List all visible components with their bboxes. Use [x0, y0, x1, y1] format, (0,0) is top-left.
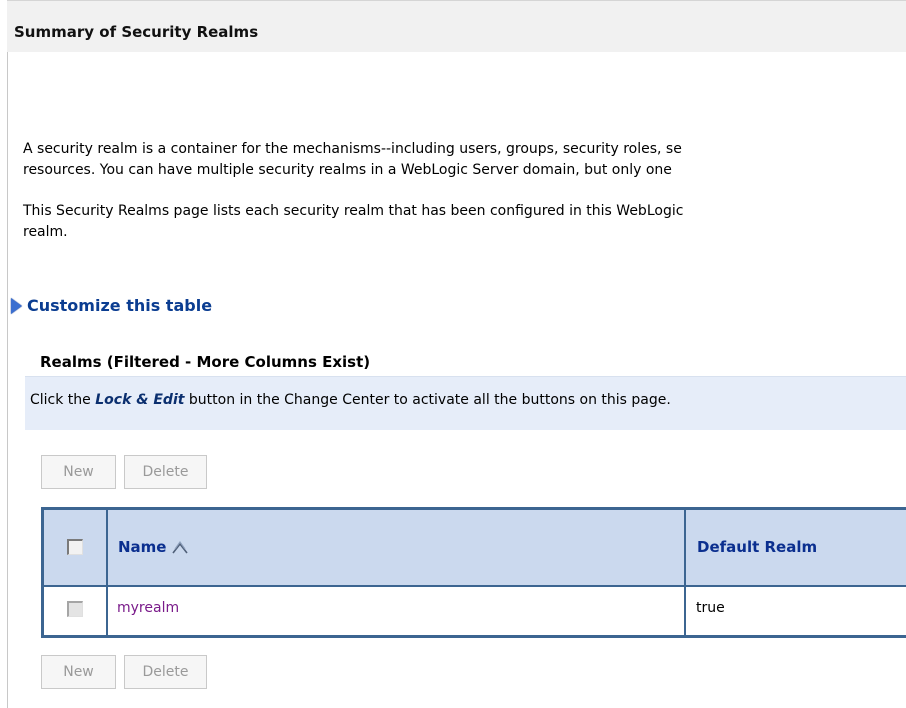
- description-line: This Security Realms page lists each sec…: [23, 203, 684, 219]
- realm-name-link[interactable]: myrealm: [117, 600, 179, 616]
- info-message: Click the Lock & Edit button in the Chan…: [25, 376, 906, 430]
- column-header-default-realm[interactable]: Default Realm: [697, 538, 817, 556]
- new-button-top[interactable]: New: [41, 455, 116, 489]
- row-select-checkbox[interactable]: [67, 601, 83, 617]
- info-text-emphasis: Lock & Edit: [95, 392, 185, 408]
- select-all-checkbox[interactable]: [67, 539, 83, 555]
- delete-button-top[interactable]: Delete: [124, 455, 207, 489]
- column-divider: [684, 510, 686, 635]
- delete-button-bottom[interactable]: Delete: [124, 655, 207, 689]
- customize-table-link[interactable]: Customize this table: [27, 296, 212, 315]
- triangle-right-icon: [11, 297, 22, 314]
- description-line: realm.: [23, 224, 68, 240]
- page-title-bar: Summary of Security Realms: [7, 0, 906, 52]
- page-title: Summary of Security Realms: [14, 23, 259, 41]
- table-title: Realms (Filtered - More Columns Exist): [40, 353, 371, 371]
- description-line: resources. You can have multiple securit…: [23, 162, 672, 178]
- customize-table-toggle[interactable]: Customize this table: [11, 296, 212, 315]
- column-header-name[interactable]: Name: [118, 538, 166, 556]
- sort-ascending-icon[interactable]: [171, 539, 189, 555]
- description-line: A security realm is a container for the …: [23, 141, 682, 157]
- info-text-prefix: Click the: [30, 392, 96, 408]
- column-divider: [106, 510, 108, 635]
- realms-table: Name Default Realm myrealm true: [41, 507, 906, 638]
- new-button-bottom[interactable]: New: [41, 655, 116, 689]
- info-text-suffix: button in the Change Center to activate …: [184, 392, 671, 408]
- default-realm-value: true: [696, 600, 725, 616]
